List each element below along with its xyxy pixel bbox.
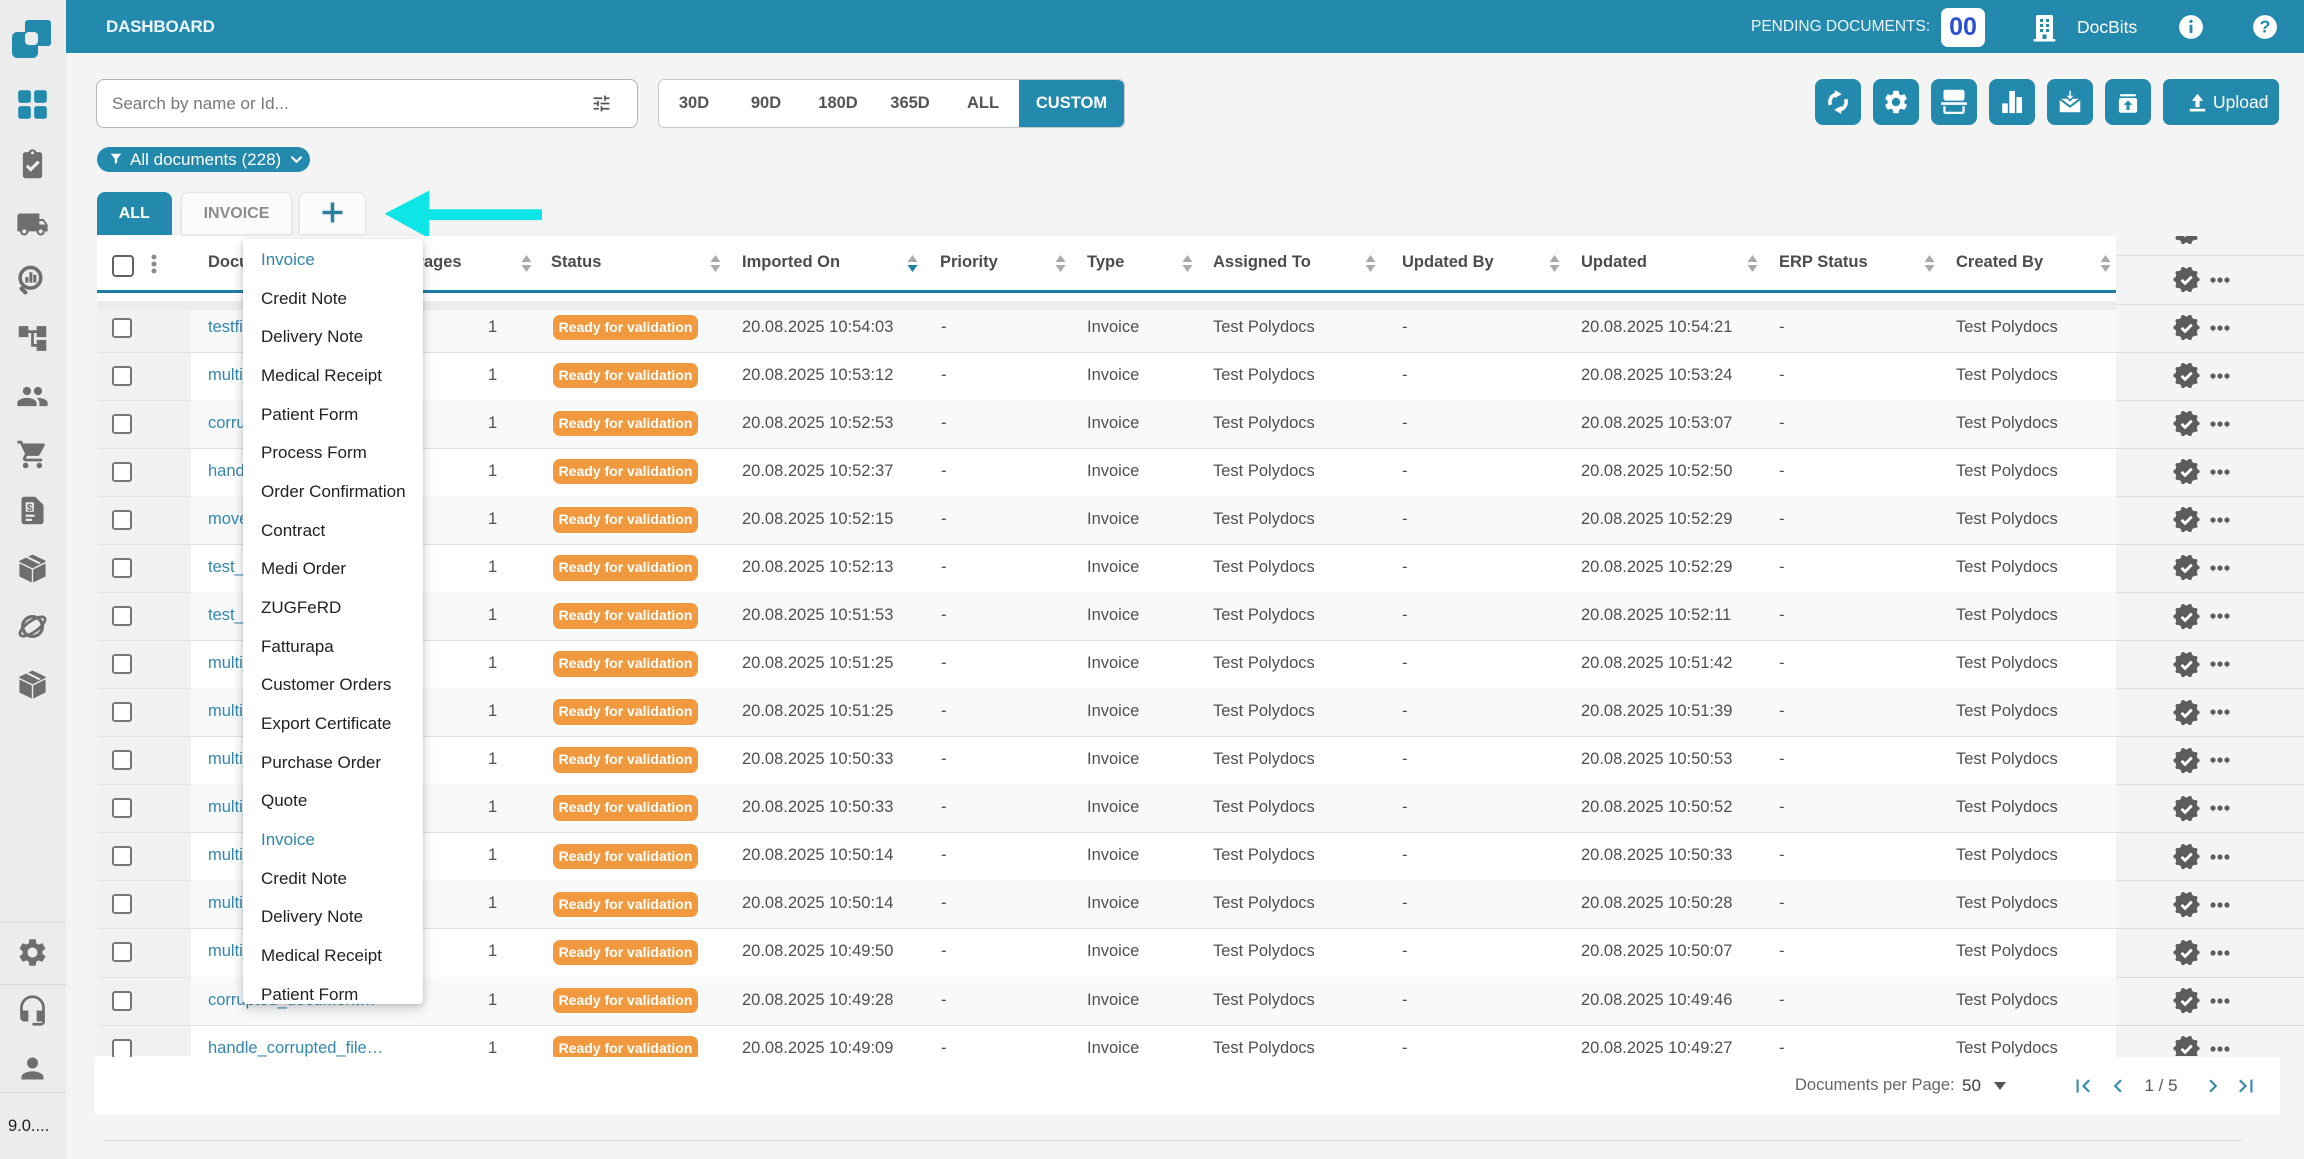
svg-text:$: $ (27, 503, 33, 514)
svg-text:?: ? (2260, 16, 2271, 36)
